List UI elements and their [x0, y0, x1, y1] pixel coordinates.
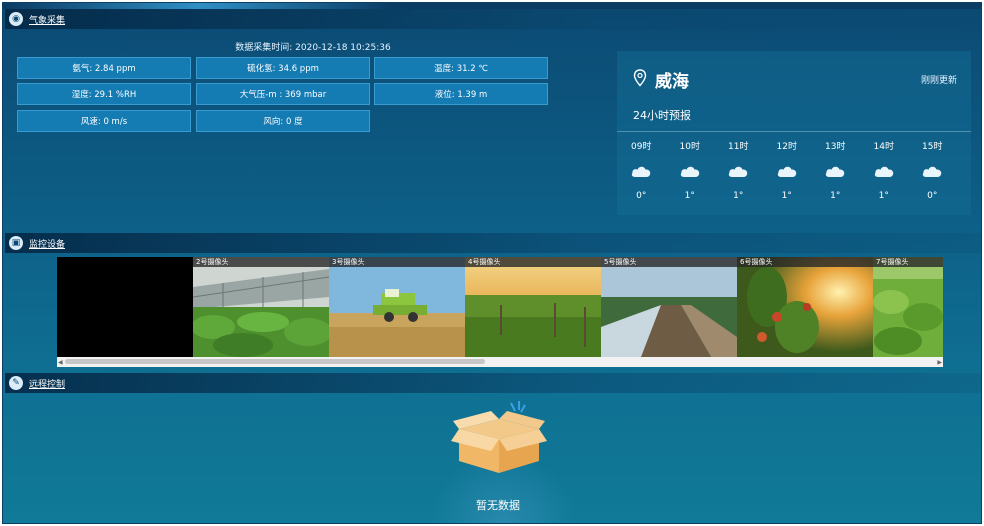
location-pin-icon [633, 69, 647, 87]
control-section-header: ✎ 远程控制 [5, 373, 981, 393]
camera-label: 4号摄像头 [465, 257, 601, 267]
camera-device-icon: ▣ [9, 236, 23, 250]
forecast-subtitle: 24小时预报 [633, 109, 691, 122]
forecast-hour-item: 15时 0° [908, 139, 957, 201]
data-collection-time: 数据采集时间: 2020-12-18 10:25:36 [235, 43, 391, 53]
reading-wind-direction: 风向: 0 度 [196, 110, 370, 132]
forecast-temp: 0° [636, 191, 647, 201]
empty-state-text: 暂无数据 [476, 499, 520, 512]
forecast-divider [617, 131, 971, 132]
camera-tile-3[interactable]: 3号摄像头 [329, 257, 465, 357]
control-section-title: 远程控制 [29, 379, 66, 390]
forecast-city: 威海 [655, 72, 689, 92]
cloud-icon [923, 166, 942, 177]
camera-tile-5[interactable]: 5号摄像头 [601, 257, 737, 357]
forecast-hour-item: 14时 1° [860, 139, 909, 201]
forecast-temp: 0° [927, 191, 938, 201]
reading-liquid-level: 液位: 1.39 m [374, 83, 548, 105]
forecast-hour-label: 09时 [631, 142, 652, 152]
scroll-right-arrow-icon[interactable]: ▶ [937, 359, 942, 366]
pencil-icon: ✎ [9, 376, 23, 390]
forecast-panel: 威海 刚刚更新 24小时预报 09时 0° 10时 1° 11时 1° 12时 [617, 51, 971, 215]
forecast-hour-label: 11时 [728, 142, 749, 152]
dashboard-frame: ◉ 气象采集 数据采集时间: 2020-12-18 10:25:36 氨气: 2… [2, 2, 982, 524]
reading-humidity: 湿度: 29.1 %RH [17, 83, 191, 105]
leafy-crop-feed-image [873, 257, 943, 357]
camera-strip-scrollbar[interactable]: ◀ ▶ [57, 357, 943, 367]
forecast-hours: 09时 0° 10时 1° 11时 1° 12时 1° 13时 1° 14时 1… [617, 139, 971, 201]
camera-tile-7[interactable]: 7号摄像头 [873, 257, 943, 357]
forecast-hour-item: 10时 1° [666, 139, 715, 201]
camera-strip: 2号摄像头 3号摄像头 4号摄像头 5号摄像头 6号摄像头 7号摄像头 ◀ ▶ [57, 257, 943, 367]
weather-station-icon: ◉ [9, 12, 23, 26]
cloud-icon [632, 166, 651, 177]
camera-label: 7号摄像头 [873, 257, 943, 267]
vineyard-feed-image [465, 257, 601, 357]
camera-tile-2[interactable]: 2号摄像头 [193, 257, 329, 357]
forecast-hour-item: 11时 1° [714, 139, 763, 201]
forecast-hour-label: 14时 [873, 142, 894, 152]
harvester-feed-image [329, 257, 465, 357]
forecast-temp: 1° [878, 191, 889, 201]
forecast-temp: 1° [830, 191, 841, 201]
camera-tile-1[interactable] [57, 257, 193, 357]
reading-wind-speed: 风速: 0 m/s [17, 110, 191, 132]
monitor-section-header: ▣ 监控设备 [5, 233, 981, 253]
cloud-icon [777, 166, 797, 177]
cloud-icon [729, 166, 748, 177]
forecast-hour-item: 12时 1° [763, 139, 812, 201]
plant-closeup-feed-image [737, 257, 873, 357]
camera-tile-6[interactable]: 6号摄像头 [737, 257, 873, 357]
camera-label: 5号摄像头 [601, 257, 737, 267]
cloud-icon [680, 166, 700, 177]
camera-label: 6号摄像头 [737, 257, 873, 267]
camera-label [57, 257, 193, 267]
irrigated-field-feed-image [601, 257, 737, 357]
forecast-hour-label: 13时 [825, 142, 846, 152]
forecast-hour-label: 15时 [922, 142, 943, 152]
monitor-section-title: 监控设备 [29, 239, 66, 250]
forecast-refresh-link[interactable]: 刚刚更新 [921, 73, 957, 86]
forecast-hour-item: 13时 1° [811, 139, 860, 201]
empty-box-icon [451, 401, 547, 473]
reading-hydrogen-sulfide: 硫化氢: 34.6 ppm [196, 57, 370, 79]
forecast-temp: 1° [733, 191, 744, 201]
forecast-hour-label: 12时 [776, 142, 797, 152]
forecast-hour-item: 09时 0° [617, 139, 666, 201]
forecast-temp: 1° [781, 191, 792, 201]
cloud-icon [826, 166, 845, 177]
weather-section-header: ◉ 气象采集 [5, 9, 981, 29]
cloud-icon [874, 166, 894, 177]
reading-ammonia: 氨气: 2.84 ppm [17, 57, 191, 79]
forecast-temp: 1° [684, 191, 695, 201]
camera-label: 3号摄像头 [329, 257, 465, 267]
camera-tile-4[interactable]: 4号摄像头 [465, 257, 601, 357]
reading-temperature: 温度: 31.2 ℃ [374, 57, 548, 79]
weather-section-title: 气象采集 [29, 15, 66, 26]
camera-label: 2号摄像头 [193, 257, 329, 267]
greenhouse-feed-image [193, 257, 329, 357]
scroll-thumb[interactable] [65, 359, 485, 364]
reading-pressure: 大气压-m : 369 mbar [196, 83, 370, 105]
scroll-left-arrow-icon[interactable]: ◀ [58, 359, 63, 366]
forecast-hour-label: 10时 [679, 142, 700, 152]
